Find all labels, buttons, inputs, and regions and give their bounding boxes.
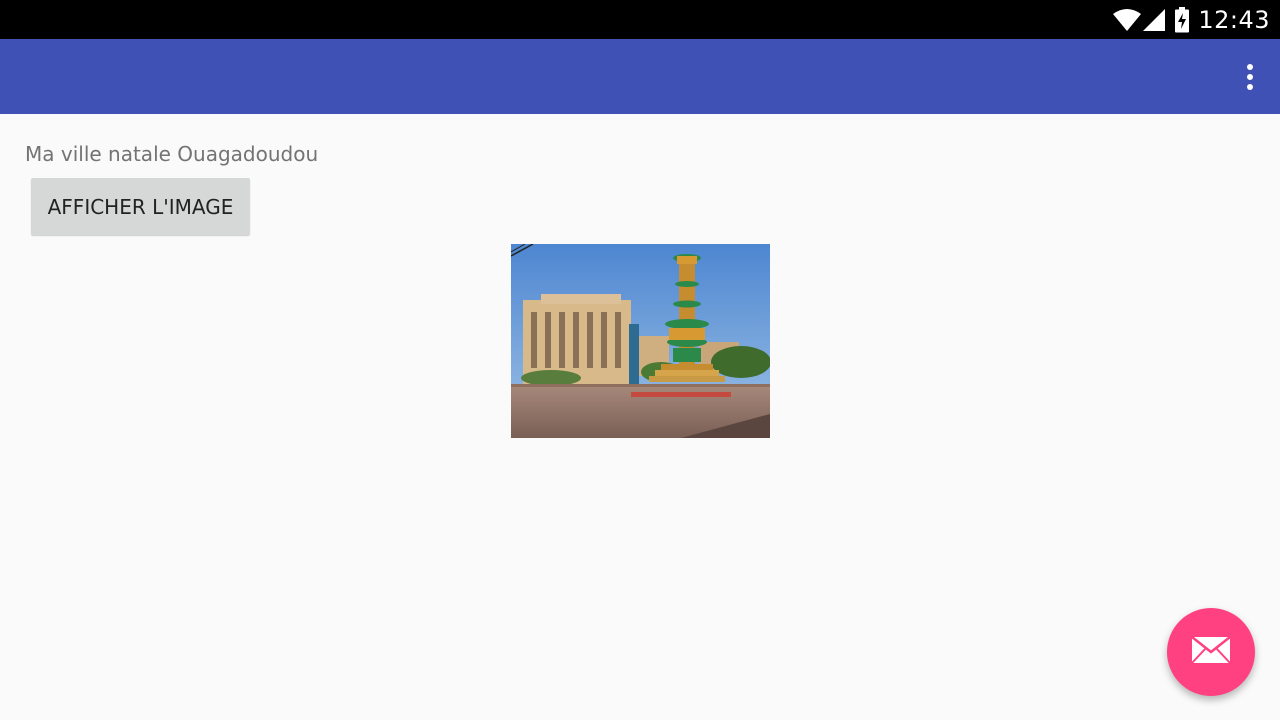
overflow-dot [1247,84,1253,90]
battery-charging-icon [1174,6,1190,33]
city-photo [511,244,770,438]
show-image-button[interactable]: AFFICHER L'IMAGE [31,178,250,235]
intro-text: Ma ville natale Ouagadoudou [25,142,319,166]
wifi-icon [1112,8,1142,32]
status-bar: 12:43 [0,0,1280,39]
more-vert-icon[interactable] [1236,55,1264,99]
mail-icon [1191,636,1231,668]
overflow-dot [1247,64,1253,70]
overflow-dot [1247,74,1253,80]
send-email-fab[interactable] [1167,608,1255,696]
cell-signal-icon [1142,8,1166,32]
app-bar [0,39,1280,114]
main-content: Ma ville natale Ouagadoudou AFFICHER L'I… [0,114,1280,720]
status-icons: 12:43 [1112,0,1270,39]
status-time: 12:43 [1198,5,1270,34]
